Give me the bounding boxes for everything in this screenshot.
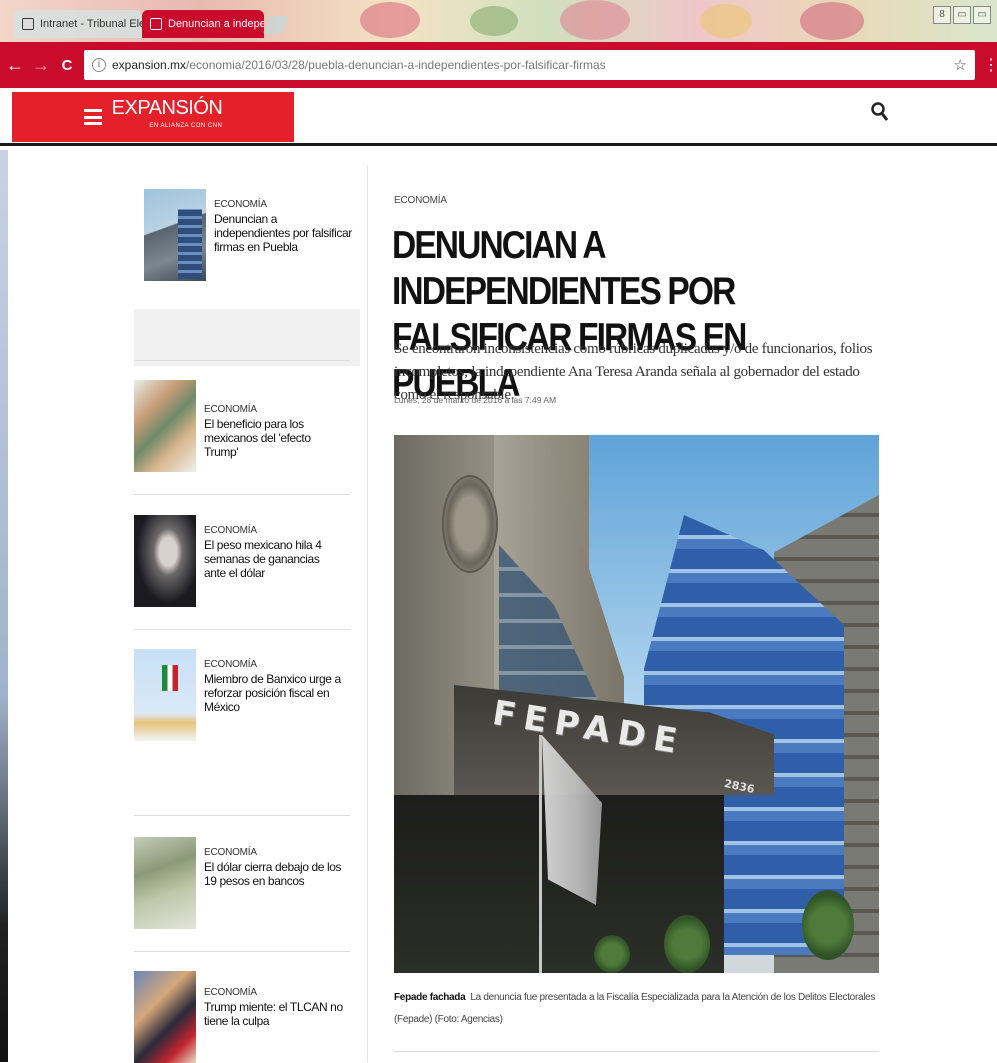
window-edge <box>0 150 8 1062</box>
page-icon <box>22 18 34 30</box>
reload-icon[interactable]: C <box>58 57 76 74</box>
sidebar-item-meta: ECONOMÍA Denuncian a independientes por … <box>214 189 354 309</box>
url-text: expansion.mx/economia/2016/03/28/puebla-… <box>112 58 606 72</box>
floral-theme-decoration <box>560 0 630 40</box>
money-thumbnail[interactable] <box>134 380 196 472</box>
flag-pole <box>539 735 542 973</box>
sidebar-item-kicker: ECONOMÍA <box>204 659 257 670</box>
sidebar-divider <box>134 360 350 361</box>
tree <box>802 890 854 960</box>
building-thumbnail[interactable] <box>144 189 206 281</box>
sidebar-item-dolar[interactable]: ECONOMÍA El dólar cierra debajo de los 1… <box>134 837 360 929</box>
browser-menu-icon[interactable]: ⋮ <box>983 55 997 75</box>
sidebar-item-peso[interactable]: ECONOMÍA El peso mexicano hila 4 semanas… <box>134 515 360 607</box>
sidebar-item-kicker: ECONOMÍA <box>204 987 257 998</box>
back-arrow-icon[interactable]: ← <box>6 55 24 76</box>
forward-arrow-icon[interactable]: → <box>32 55 50 76</box>
sidebar-item-meta: ECONOMÍA El dólar cierra debajo de los 1… <box>204 837 344 929</box>
tab-label: Denuncian a independie <box>168 18 264 30</box>
new-tab-button[interactable] <box>262 16 290 34</box>
floral-theme-decoration <box>360 2 420 38</box>
tab-denuncian[interactable]: Denuncian a independie × <box>142 10 264 38</box>
tree <box>594 935 630 973</box>
fepade-building-photo: FEPADE 2836 <box>394 435 879 973</box>
site-logo-bar: EXPANSIÓN EN ALIANZA CON CNN <box>12 92 294 142</box>
url-path: /economia/2016/03/28/puebla-denuncian-a-… <box>186 58 606 72</box>
dollar-thumbnail[interactable] <box>134 837 196 929</box>
hamburger-menu-icon[interactable] <box>83 109 102 125</box>
tab-label: Intranet - Tribunal Elect <box>40 18 142 30</box>
minimize-icon[interactable]: ▭ <box>953 6 971 24</box>
face-thumbnail[interactable] <box>134 515 196 607</box>
sidebar-item-efecto-trump[interactable]: ECONOMÍA El beneficio para los mexicanos… <box>134 380 360 472</box>
sidebar-item-title[interactable]: Trump miente: el TLCAN no tiene la culpa <box>204 1000 344 1028</box>
caption-divider <box>394 1051 879 1052</box>
sidebar-item-title[interactable]: Miembro de Banxico urge a reforzar posic… <box>204 672 344 714</box>
sidebar-item-meta: ECONOMÍA Trump miente: el TLCAN no tiene… <box>204 971 344 1063</box>
sidebar-item-kicker: ECONOMÍA <box>214 199 267 210</box>
sidebar-divider <box>134 951 350 952</box>
browser-tab-strip: Intranet - Tribunal Elect × Denuncian a … <box>0 0 997 42</box>
sidebar-item-banxico[interactable]: ECONOMÍA Miembro de Banxico urge a refor… <box>134 649 360 741</box>
tab-intranet[interactable]: Intranet - Tribunal Elect × <box>14 10 142 38</box>
url-host: expansion.mx <box>112 58 187 72</box>
sidebar-item-kicker: ECONOMÍA <box>204 847 257 858</box>
profile-icon[interactable]: 8 <box>933 6 951 24</box>
sidebar-divider <box>134 494 350 495</box>
floral-theme-decoration <box>470 6 518 36</box>
floral-theme-decoration <box>800 2 864 40</box>
sidebar-divider <box>134 629 350 630</box>
sidebar-item-meta: ECONOMÍA Miembro de Banxico urge a refor… <box>204 649 344 741</box>
flag-thumbnail[interactable] <box>134 649 196 741</box>
caption-text: La denuncia fue presentada a la Fiscalía… <box>394 992 876 1025</box>
article-section-label[interactable]: ECONOMÍA <box>394 195 447 206</box>
sidebar-item-denuncian[interactable]: ECONOMÍA Denuncian a independientes por … <box>134 165 360 309</box>
sidebar-item-kicker: ECONOMÍA <box>204 404 257 415</box>
sidebar-item-title[interactable]: El dólar cierra debajo de los 19 pesos e… <box>204 860 344 888</box>
window-controls: 8 ▭ ▭ <box>933 6 991 24</box>
sidebar-item-meta: ECONOMÍA El beneficio para los mexicanos… <box>204 380 344 472</box>
sidebar-item-tlcan[interactable]: ECONOMÍA Trump miente: el TLCAN no tiene… <box>134 971 360 1063</box>
sidebar-item-meta: ECONOMÍA El peso mexicano hila 4 semanas… <box>204 515 344 607</box>
photo-caption: Fepade fachada La denuncia fue presentad… <box>394 987 879 1031</box>
search-icon[interactable] <box>871 102 889 128</box>
floral-theme-decoration <box>700 4 752 38</box>
tree <box>664 915 710 973</box>
sidebar-divider <box>134 815 350 816</box>
trump-thumbnail[interactable] <box>134 971 196 1063</box>
sidebar-spacer <box>134 309 360 366</box>
page-icon <box>150 18 162 30</box>
caption-title: Fepade fachada <box>394 992 466 1003</box>
address-bar[interactable]: i expansion.mx/economia/2016/03/28/puebl… <box>84 50 975 80</box>
logo-subtext: EN ALIANZA CON CNN <box>149 123 223 129</box>
sidebar-item-title[interactable]: El beneficio para los mexicanos del 'efe… <box>204 417 344 459</box>
article-date: Lunes, 28 de marzo de 2016 a las 7:49 AM <box>394 395 557 405</box>
national-seal-emblem <box>442 475 498 573</box>
sidebar-item-kicker: ECONOMÍA <box>204 525 257 536</box>
article: ECONOMÍA DENUNCIAN A INDEPENDIENTES POR … <box>367 165 887 1062</box>
sidebar-item-title[interactable]: Denuncian a independientes por falsifica… <box>214 212 354 254</box>
sidebar-item-title[interactable]: El peso mexicano hila 4 semanas de ganan… <box>204 538 344 580</box>
browser-toolbar: ← → C i expansion.mx/economia/2016/03/28… <box>0 42 997 88</box>
maximize-icon[interactable]: ▭ <box>973 6 991 24</box>
info-icon[interactable]: i <box>92 58 106 72</box>
site-header: EXPANSIÓN EN ALIANZA CON CNN <box>0 88 997 146</box>
expansion-logo[interactable]: EXPANSIÓN EN ALIANZA CON CNN <box>111 97 223 135</box>
logo-text: EXPANSIÓN <box>111 97 223 119</box>
bookmark-star-icon[interactable]: ☆ <box>954 56 967 74</box>
